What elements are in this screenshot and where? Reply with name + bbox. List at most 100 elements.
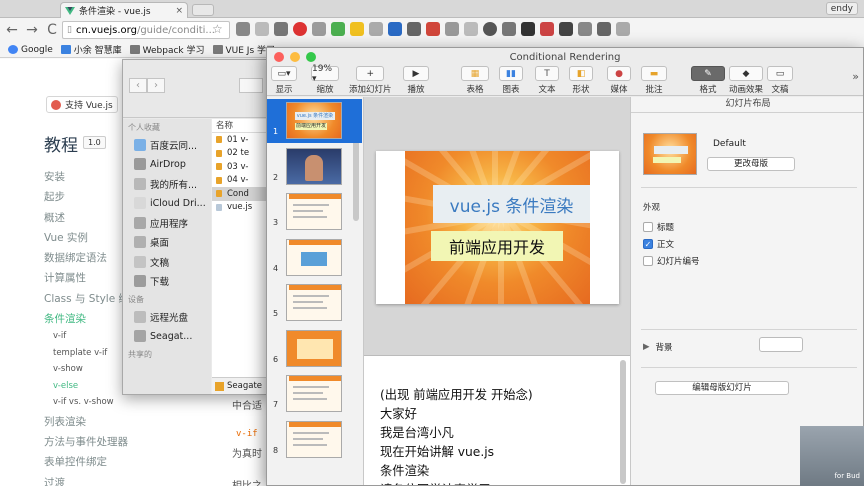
- slide-thumbnail-row[interactable]: 1 vue.js 条件渲染 前端应用开发: [267, 99, 362, 143]
- bookmark-star-icon[interactable]: ☆: [212, 22, 223, 36]
- slide-thumbnail-row[interactable]: 6: [267, 327, 362, 371]
- column-header-name[interactable]: 名称: [212, 119, 267, 133]
- file-row[interactable]: 04 v-: [212, 174, 267, 188]
- toolbar-overflow-icon[interactable]: »: [852, 70, 859, 83]
- bookmark-folder-webpack[interactable]: Webpack 学习: [129, 43, 205, 56]
- appearance-checkbox-row[interactable]: ✓ 正文: [643, 238, 674, 250]
- sidebar-item[interactable]: 我的所有...: [123, 174, 211, 194]
- view-mode-button[interactable]: [239, 78, 263, 93]
- extension-icon[interactable]: [350, 22, 364, 36]
- toolbar-document-button[interactable]: ▭ 文稿: [767, 66, 793, 95]
- support-vue-button[interactable]: 支持 Vue.js: [46, 96, 118, 113]
- toolbar-animate-button[interactable]: ◆ 动画效果: [729, 66, 763, 95]
- address-bar[interactable]: ▯ cn.vuejs.org/guide/conditi...: [62, 21, 230, 39]
- slide-thumbnail[interactable]: [286, 147, 342, 185]
- appearance-checkbox-row[interactable]: 标题: [643, 221, 674, 233]
- extension-icon[interactable]: [388, 22, 402, 36]
- current-slide[interactable]: vue.js 条件渲染 前端应用开发: [376, 151, 619, 304]
- slide-thumbnail[interactable]: [286, 238, 342, 276]
- file-row[interactable]: 03 v-: [212, 160, 267, 174]
- toolbar-text-button[interactable]: T 文本: [535, 66, 559, 95]
- notes-line[interactable]: 现在开始讲解 vue.js: [380, 443, 533, 462]
- presenter-notes[interactable]: (出现 前端应用开发 开始念) 大家好 我是台湾小凡 现在开始讲解 vue.js 条件渲…: [364, 355, 630, 485]
- sidebar-item[interactable]: 桌面: [123, 233, 211, 253]
- extension-icon[interactable]: [426, 22, 440, 36]
- extension-icon[interactable]: [464, 22, 478, 36]
- slide-subtitle[interactable]: 前端应用开发: [431, 231, 563, 261]
- extension-icon[interactable]: [483, 22, 497, 36]
- file-row[interactable]: Cond: [212, 187, 267, 201]
- notes-line[interactable]: 大家好: [380, 405, 533, 424]
- sidebar-item[interactable]: Seagat...: [123, 327, 211, 347]
- extension-icon[interactable]: [597, 22, 611, 36]
- docs-nav-item[interactable]: 方法与事件处理器: [44, 434, 140, 454]
- file-row[interactable]: 02 te: [212, 147, 267, 161]
- slide-thumbnail-row[interactable]: 2: [267, 145, 362, 189]
- extension-icon[interactable]: [445, 22, 459, 36]
- extension-icon[interactable]: [407, 22, 421, 36]
- notes-line[interactable]: 我是台湾小凡: [380, 424, 533, 443]
- opera-icon[interactable]: [293, 22, 307, 36]
- toolbar-add-slide-button[interactable]: + 添加幻灯片: [349, 66, 392, 95]
- checkbox[interactable]: ✓: [643, 239, 653, 249]
- bookmark-wisdom[interactable]: 小余 智慧庫: [60, 43, 122, 56]
- tab-close-icon[interactable]: ×: [175, 6, 183, 16]
- toolbar-shape-button[interactable]: ◧ 形状: [569, 66, 593, 95]
- reload-icon[interactable]: C: [44, 22, 60, 38]
- docs-subnav-item[interactable]: v-if vs. v-show: [44, 397, 140, 414]
- finder-forward-button[interactable]: ›: [147, 78, 165, 93]
- background-disclosure[interactable]: ▶ 背景: [643, 341, 673, 353]
- extension-icon[interactable]: [559, 22, 573, 36]
- sidebar-item[interactable]: 百度云同...: [123, 135, 211, 155]
- close-window-button[interactable]: [274, 52, 284, 62]
- extension-icon[interactable]: [255, 22, 269, 36]
- slide-thumbnail[interactable]: [286, 375, 342, 412]
- extension-icon[interactable]: [236, 22, 250, 36]
- extension-icon[interactable]: [274, 22, 288, 36]
- notes-line[interactable]: 请各位同学认真学习: [380, 481, 533, 485]
- slide-title[interactable]: vue.js 条件渲染: [433, 185, 590, 223]
- browser-tab-active[interactable]: 条件渲染 - vue.js ×: [60, 2, 188, 18]
- file-row[interactable]: vue.js: [212, 201, 267, 215]
- notes-line[interactable]: (出现 前端应用开发 开始念): [380, 386, 533, 405]
- toolbar-comment-button[interactable]: ▬ 批注: [641, 66, 667, 95]
- slide-thumbnail-row[interactable]: 8: [267, 418, 362, 462]
- background-fill-well[interactable]: [759, 337, 803, 352]
- slide-thumbnail-row[interactable]: 4: [267, 236, 362, 280]
- sidebar-item[interactable]: 远程光盘: [123, 307, 211, 327]
- sidebar-item[interactable]: 应用程序: [123, 213, 211, 233]
- bookmark-google[interactable]: Google: [8, 45, 53, 55]
- forward-arrow-icon[interactable]: →: [24, 22, 40, 38]
- checkbox[interactable]: [643, 256, 653, 266]
- file-row[interactable]: 01 v-: [212, 133, 267, 147]
- toolbar-table-button[interactable]: ▦ 表格: [461, 66, 489, 95]
- change-master-button[interactable]: 更改母版: [707, 157, 795, 171]
- slide-thumbnail[interactable]: [286, 329, 342, 367]
- toolbar-view-button[interactable]: ▭▾ 显示: [271, 66, 297, 95]
- page-info-icon[interactable]: ▯: [67, 25, 72, 35]
- sidebar-item[interactable]: iCloud Dri...: [123, 194, 211, 214]
- extension-icon[interactable]: [502, 22, 516, 36]
- extension-icon[interactable]: [312, 22, 326, 36]
- sidebar-item[interactable]: AirDrop: [123, 155, 211, 175]
- toolbar-zoom-button[interactable]: 19% ▾ 缩放: [311, 64, 339, 95]
- extension-icon[interactable]: [578, 22, 592, 36]
- slide-thumbnail[interactable]: vue.js 条件渲染 前端应用开发: [286, 102, 342, 139]
- docs-nav-item[interactable]: 列表渲染: [44, 414, 140, 434]
- appearance-checkbox-row[interactable]: 幻灯片编号: [643, 255, 700, 267]
- back-arrow-icon[interactable]: ←: [4, 22, 20, 38]
- slide-thumbnail-row[interactable]: 7: [267, 372, 362, 416]
- extension-icon[interactable]: [521, 22, 535, 36]
- zoom-window-button[interactable]: [306, 52, 316, 62]
- edit-master-button[interactable]: 编辑母版幻灯片: [655, 381, 789, 395]
- slide-thumbnail-row[interactable]: 3: [267, 190, 362, 234]
- notes-line[interactable]: 条件渲染: [380, 462, 533, 481]
- extension-icon[interactable]: [540, 22, 554, 36]
- path-item[interactable]: Seagate: [227, 381, 262, 391]
- sidebar-item[interactable]: 文稿: [123, 252, 211, 272]
- checkbox[interactable]: [643, 222, 653, 232]
- sidebar-item[interactable]: 下载: [123, 272, 211, 292]
- toolbar-format-button[interactable]: ✎ 格式: [691, 66, 725, 95]
- new-tab-button[interactable]: [192, 4, 214, 16]
- notes-scrollbar[interactable]: [620, 360, 626, 484]
